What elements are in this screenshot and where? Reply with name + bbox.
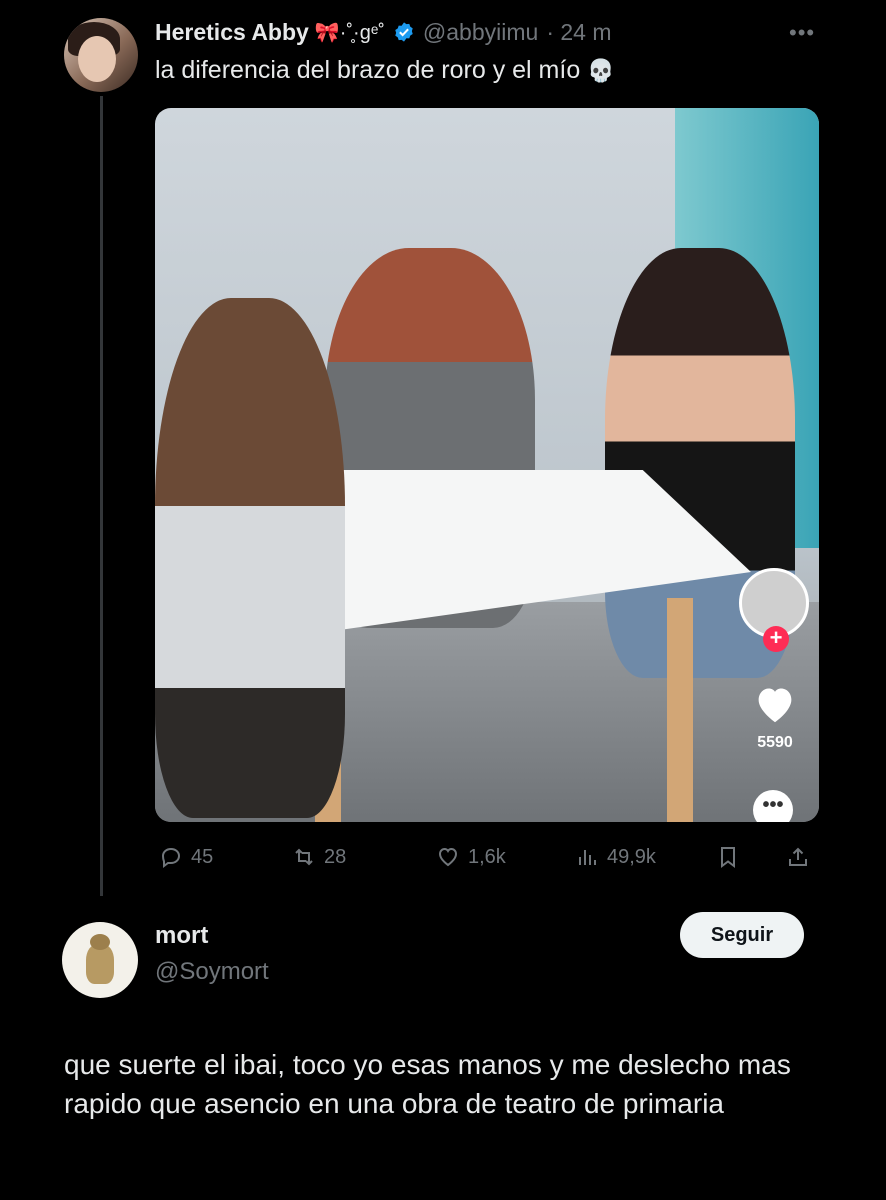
follow-plus-icon[interactable]: + bbox=[763, 626, 789, 652]
bookmark-button[interactable] bbox=[716, 842, 740, 872]
tweet-header: Heretics Abby 🎀·˚̥·ɡᵉ˚ @abbyiimu · 24 m bbox=[155, 16, 612, 48]
views-chart-icon bbox=[579, 850, 596, 865]
follow-button[interactable]: Seguir bbox=[680, 912, 804, 958]
heart-outline-icon bbox=[438, 847, 458, 867]
avatar[interactable] bbox=[64, 18, 138, 92]
reply-display-name[interactable]: mort bbox=[155, 922, 208, 950]
reply-text: que suerte el ibai, toco yo esas manos y… bbox=[64, 1049, 791, 1119]
skull-icon: 💀 bbox=[587, 58, 615, 83]
like-count: 1,6k bbox=[468, 845, 506, 868]
tweet-text: la diferencia del brazo de roro y el mío… bbox=[155, 56, 615, 85]
reply-button[interactable]: 45 bbox=[159, 842, 213, 872]
avatar-face bbox=[78, 36, 116, 82]
avatar-figure-head bbox=[90, 934, 110, 950]
video-like-count: 5590 bbox=[757, 734, 793, 751]
verified-badge-icon bbox=[395, 22, 413, 42]
heart-icon[interactable] bbox=[753, 684, 797, 724]
person-left bbox=[155, 298, 345, 818]
table-leg bbox=[667, 598, 693, 822]
share-button[interactable] bbox=[786, 842, 810, 872]
reply-handle[interactable]: @Soymort bbox=[155, 958, 269, 986]
like-button[interactable]: 1,6k bbox=[436, 842, 506, 872]
thread-connector-line bbox=[100, 96, 103, 896]
views-count: 49,9k bbox=[607, 845, 656, 868]
bookmark-icon bbox=[721, 847, 735, 868]
reply-icon bbox=[161, 847, 181, 868]
tweet-text-body: la diferencia del brazo de roro y el mío bbox=[155, 56, 581, 84]
display-name[interactable]: Heretics Abby bbox=[155, 19, 309, 46]
retweet-count: 28 bbox=[324, 845, 347, 868]
share-icon bbox=[789, 847, 807, 866]
tweet-media-image[interactable]: + 5590 ••• bbox=[155, 108, 819, 822]
retweet-icon bbox=[295, 848, 313, 866]
retweet-button[interactable]: 28 bbox=[292, 842, 346, 872]
more-dots-icon[interactable]: ••• bbox=[753, 790, 793, 822]
views-button[interactable]: 49,9k bbox=[575, 842, 656, 872]
reply-count: 45 bbox=[191, 845, 214, 868]
avatar-figure-body bbox=[86, 944, 114, 984]
name-decoration: 🎀·˚̥·ɡᵉ˚ bbox=[314, 21, 385, 44]
handle[interactable]: @abbyiimu bbox=[423, 19, 538, 46]
more-horizontal-icon[interactable]: ••• bbox=[789, 20, 815, 46]
timestamp[interactable]: · 24 m bbox=[546, 19, 611, 46]
avatar[interactable] bbox=[62, 922, 138, 998]
